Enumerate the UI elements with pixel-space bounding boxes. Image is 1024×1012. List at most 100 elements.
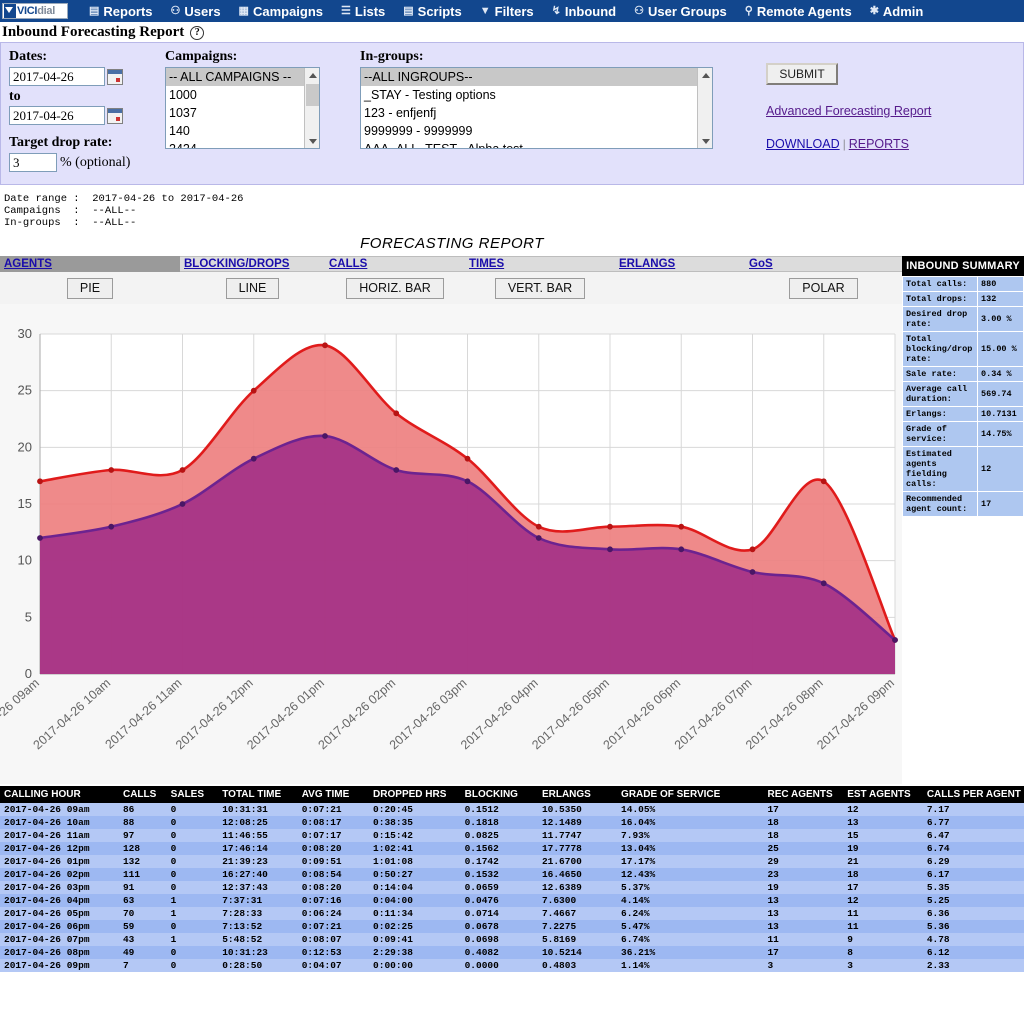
nav-item-campaigns[interactable]: ▦Campaigns [230,0,332,22]
advanced-forecasting-report-link[interactable]: Advanced Forecasting Report [766,104,931,118]
summary-value: 17 [978,492,1024,517]
link-times[interactable]: TIMES [465,256,615,272]
date-from-row [9,67,165,86]
summary-row: Total drops:132 [903,292,1024,307]
chart-point-rec-agents [251,388,256,393]
campaigns-scroll-up-arrow[interactable] [305,68,320,82]
date-from-input[interactable] [9,67,105,86]
table-cell: 18 [843,868,923,881]
campaigns-scroll-down-arrow[interactable] [305,134,320,148]
chart-type-button-bar: PIE LINE HORIZ. BAR VERT. BAR POLAR [0,272,902,304]
nav-item-users[interactable]: ⚇Users [162,0,230,22]
table-header-calls-per-agent: CALLS PER AGENT [923,786,1024,803]
link-blocking-drops-text[interactable]: BLOCKING/DROPS [184,258,289,270]
link-blocking-drops[interactable]: BLOCKING/DROPS [180,256,325,272]
calendar-icon-from[interactable] [107,69,123,85]
submit-button[interactable]: SUBMIT [766,63,838,85]
target-drop-rate-input[interactable] [9,153,57,172]
chart-type-polar-button[interactable]: POLAR [789,278,857,299]
ingroup-option[interactable]: 9999999 - 9999999 [361,122,712,140]
table-header-grade-of-service: GRADE OF SERVICE [617,786,763,803]
ingroup-option[interactable]: AAA_ALL_TEST - Alpha test [361,140,712,149]
table-cell: 1.14% [617,959,763,972]
table-cell: 13 [763,894,843,907]
table-cell: 0.1742 [461,855,538,868]
ingroups-scroll-down-arrow[interactable] [698,134,713,148]
table-cell: 0:02:25 [369,920,461,933]
table-cell: 17:46:14 [218,842,297,855]
date-to-label: to [9,89,165,105]
date-to-input[interactable] [9,106,105,125]
link-calls[interactable]: CALLS [325,256,465,272]
chart-type-line-button[interactable]: LINE [226,278,280,299]
table-cell: 132 [119,855,167,868]
nav-item-lists[interactable]: ☰Lists [332,0,394,22]
calendar-icon-to[interactable] [107,108,123,124]
table-cell: 91 [119,881,167,894]
table-cell: 9 [843,933,923,946]
ingroup-option[interactable]: _STAY - Testing options [361,86,712,104]
chart-type-horiz-bar-button[interactable]: HORIZ. BAR [346,278,444,299]
ingroups-listbox[interactable]: --ALL INGROUPS--_STAY - Testing options1… [360,67,713,149]
ingroup-option[interactable]: --ALL INGROUPS-- [361,68,712,86]
chart-point-est-agents [251,456,256,461]
report-filter-panel: Dates: to Target drop rate: % (optional)… [0,42,1024,185]
campaign-option[interactable]: 1000 [166,86,319,104]
table-cell: 12 [843,803,923,816]
table-cell: 5.47% [617,920,763,933]
table-row: 2017-04-26 09am86010:31:310:07:210:20:45… [0,803,1024,816]
nav-item-reports[interactable]: ▤Reports [80,0,162,22]
campaign-option[interactable]: 2424 [166,140,319,149]
table-cell: 12 [843,894,923,907]
ingroup-option[interactable]: 123 - enfjenfj [361,104,712,122]
nav-item-label: Scripts [418,4,462,19]
nav-item-user-groups[interactable]: ⚇User Groups [625,0,736,22]
table-row: 2017-04-26 02pm111016:27:400:08:540:50:2… [0,868,1024,881]
chart-point-rec-agents [180,468,185,473]
link-agents-text[interactable]: AGENTS [4,258,52,270]
table-cell: 14.05% [617,803,763,816]
link-erlangs[interactable]: ERLANGS [615,256,745,272]
link-agents[interactable]: AGENTS [0,256,180,272]
nav-item-remote-agents[interactable]: ⚲Remote Agents [736,0,861,22]
link-gos-text[interactable]: GoS [749,258,773,270]
link-times-text[interactable]: TIMES [469,258,504,270]
table-cell: 6.47 [923,829,1024,842]
nav-items-container: ▤Reports⚇Users▦Campaigns☰Lists▤Scripts▼F… [80,0,932,22]
inbound-summary-title: INBOUND SUMMARY [902,256,1024,276]
table-cell: 2017-04-26 11am [0,829,119,842]
nav-item-filters[interactable]: ▼Filters [471,0,543,22]
download-link[interactable]: DOWNLOAD [766,137,840,151]
campaign-option[interactable]: 1037 [166,104,319,122]
table-cell: 5.37% [617,881,763,894]
link-gos[interactable]: GoS [745,256,902,272]
chart-type-pie-button[interactable]: PIE [67,278,113,299]
chart-type-vert-bar-button[interactable]: VERT. BAR [495,278,585,299]
link-calls-text[interactable]: CALLS [329,258,367,270]
table-cell: 7.6300 [538,894,617,907]
table-cell: 6.74 [923,842,1024,855]
summary-row: Desired drop rate:3.00 % [903,307,1024,332]
ingroups-scrollbar[interactable] [697,68,712,148]
table-cell: 0.0476 [461,894,538,907]
reports-link[interactable]: REPORTS [849,137,909,151]
link-erlangs-text[interactable]: ERLANGS [619,258,675,270]
campaigns-listbox[interactable]: -- ALL CAMPAIGNS --100010371402424 [165,67,320,149]
campaign-option[interactable]: 140 [166,122,319,140]
campaigns-scroll-thumb[interactable] [306,84,319,106]
ingroups-scroll-up-arrow[interactable] [698,68,713,82]
nav-item-admin[interactable]: ✱Admin [861,0,933,22]
nav-item-inbound[interactable]: ↯Inbound [543,0,625,22]
chart-svg: 0510152025302017-04-26 09am2017-04-26 10… [0,304,902,784]
campaigns-icon: ▦ [239,6,249,17]
table-cell: 0:04:07 [298,959,369,972]
table-cell: 63 [119,894,167,907]
nav-item-scripts[interactable]: ▤Scripts [394,0,470,22]
campaign-option[interactable]: -- ALL CAMPAIGNS -- [166,68,319,86]
help-icon[interactable]: ? [190,26,204,40]
vicidial-logo[interactable]: VICIdial [2,3,68,19]
table-cell: 88 [119,816,167,829]
table-cell: 0.0714 [461,907,538,920]
y-axis-tick-label: 5 [25,609,32,624]
campaigns-scrollbar[interactable] [304,68,319,148]
